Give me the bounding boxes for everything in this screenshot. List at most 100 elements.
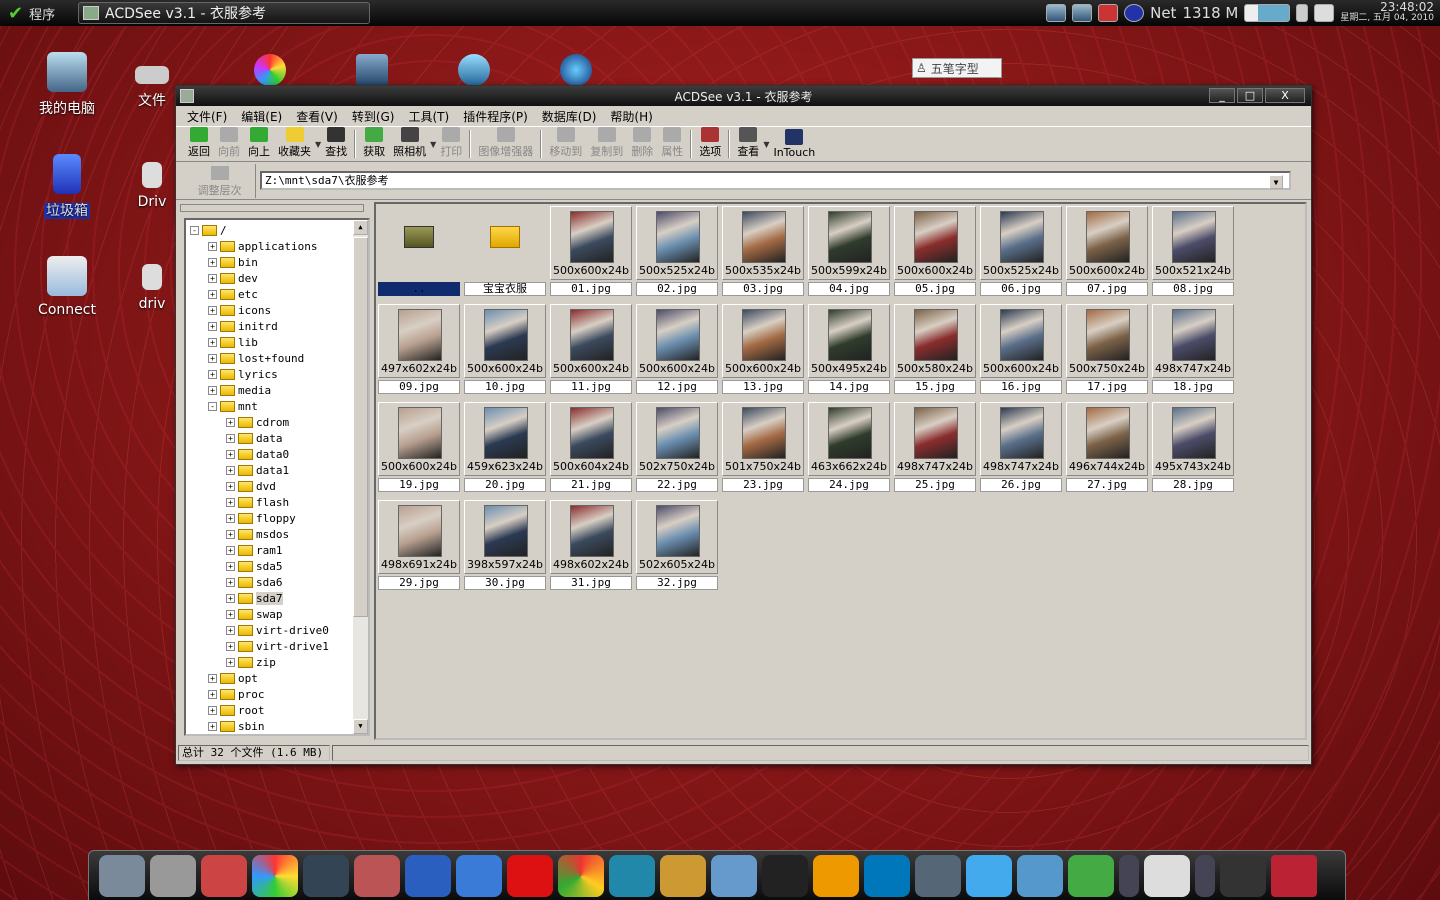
- image-thumbnail[interactable]: 500x750x24b 17.jpg: [1066, 304, 1148, 394]
- tree-node[interactable]: + dvd: [226, 478, 276, 494]
- move-to-button[interactable]: 移动到: [545, 127, 586, 161]
- acquire-button[interactable]: 获取: [359, 127, 389, 161]
- image-thumbnail[interactable]: 500x495x24b 14.jpg: [808, 304, 890, 394]
- chat-icon[interactable]: [966, 854, 1012, 897]
- globe-icon[interactable]: [456, 854, 502, 897]
- monitor-icon[interactable]: [1046, 4, 1067, 22]
- tree-node[interactable]: - mnt: [208, 398, 258, 414]
- expand-toggle-icon[interactable]: +: [226, 433, 235, 443]
- browser-icon[interactable]: [609, 854, 655, 897]
- image-thumbnail[interactable]: 498x691x24b 29.jpg: [378, 500, 460, 590]
- tree-node[interactable]: + cdrom: [226, 414, 289, 430]
- tree-node[interactable]: + lost+found: [208, 350, 304, 366]
- media-play-icon[interactable]: [915, 854, 961, 897]
- rabbit-icon[interactable]: [660, 854, 706, 897]
- image-thumbnail[interactable]: 500x600x24b 19.jpg: [378, 402, 460, 492]
- image-thumbnail[interactable]: 500x600x24b 01.jpg: [550, 206, 632, 296]
- app-icon[interactable]: [1098, 4, 1119, 22]
- tree-node[interactable]: + data1: [226, 462, 289, 478]
- properties-button[interactable]: 属性: [657, 127, 687, 161]
- tree-node[interactable]: + sda6: [226, 574, 283, 590]
- expand-toggle-icon[interactable]: +: [226, 625, 235, 635]
- expand-toggle-icon[interactable]: +: [226, 529, 235, 539]
- power-icon[interactable]: [1220, 854, 1266, 897]
- expand-toggle-icon[interactable]: +: [226, 593, 235, 603]
- desktop-icon-my-computer[interactable]: 我的电脑: [22, 52, 112, 118]
- k-player-icon[interactable]: [560, 54, 592, 86]
- expand-toggle-icon[interactable]: +: [208, 241, 217, 251]
- expand-toggle-icon[interactable]: +: [208, 721, 217, 731]
- copy-to-button[interactable]: 复制到: [586, 127, 627, 161]
- tree-node[interactable]: + applications: [208, 238, 317, 254]
- video-icon[interactable]: [356, 54, 388, 86]
- expand-toggle-icon[interactable]: +: [226, 545, 235, 555]
- image-thumbnail[interactable]: 500x525x24b 02.jpg: [636, 206, 718, 296]
- tree-node[interactable]: + virt-drive0: [226, 622, 329, 638]
- home-folder-icon[interactable]: [1017, 854, 1063, 897]
- image-thumbnail[interactable]: 463x662x24b 24.jpg: [808, 402, 890, 492]
- tree-node[interactable]: + ram1: [226, 542, 283, 558]
- up-button[interactable]: 向上: [244, 127, 274, 161]
- image-thumbnail[interactable]: 500x600x24b 07.jpg: [1066, 206, 1148, 296]
- expand-toggle-icon[interactable]: +: [226, 465, 235, 475]
- expand-toggle-icon[interactable]: +: [208, 689, 217, 699]
- expand-toggle-icon[interactable]: +: [208, 385, 217, 395]
- expand-toggle-icon[interactable]: +: [226, 449, 235, 459]
- tree-scrollbar[interactable]: ▲ ▼: [353, 220, 368, 734]
- image-thumbnail[interactable]: 459x623x24b 20.jpg: [464, 402, 546, 492]
- print-button[interactable]: 打印: [436, 127, 466, 161]
- minimize-button[interactable]: _: [1209, 88, 1235, 103]
- paint-icon[interactable]: [303, 854, 349, 897]
- image-thumbnail[interactable]: 500x600x24b 05.jpg: [894, 206, 976, 296]
- headphones-icon[interactable]: [813, 854, 859, 897]
- tree-node[interactable]: + data: [226, 430, 283, 446]
- tree-node[interactable]: + proc: [208, 686, 265, 702]
- image-thumbnail[interactable]: 495x743x24b 28.jpg: [1152, 402, 1234, 492]
- taskbar-item-acdsee[interactable]: ACDSee v3.1 - 衣服参考: [78, 2, 370, 24]
- thumbnail-pane[interactable]: .. 宝宝衣服 500x600x24b 01.jpg 500x525x24b 02.jpg…: [374, 202, 1307, 740]
- trash-icon[interactable]: [1072, 4, 1093, 22]
- image-thumbnail[interactable]: 500x600x24b 10.jpg: [464, 304, 546, 394]
- expand-toggle-icon[interactable]: -: [208, 401, 217, 411]
- expand-toggle-icon[interactable]: +: [226, 513, 235, 523]
- arrows-icon[interactable]: [1195, 854, 1215, 897]
- adjust-level-button[interactable]: 调整层次: [184, 163, 256, 198]
- image-thumbnail[interactable]: 498x602x24b 31.jpg: [550, 500, 632, 590]
- image-thumbnail[interactable]: 398x597x24b 30.jpg: [464, 500, 546, 590]
- view-button[interactable]: 查看: [733, 127, 763, 161]
- image-thumbnail[interactable]: 500x600x24b 11.jpg: [550, 304, 632, 394]
- desktop-icon-drive2[interactable]: driv: [128, 264, 176, 312]
- tree-node[interactable]: + floppy: [226, 510, 296, 526]
- tree-node[interactable]: + sbin: [208, 718, 265, 734]
- expand-toggle-icon[interactable]: +: [208, 337, 217, 347]
- tree-node[interactable]: + flash: [226, 494, 289, 510]
- image-thumbnail[interactable]: 500x580x24b 15.jpg: [894, 304, 976, 394]
- power-icon[interactable]: [1124, 4, 1145, 22]
- tree-node[interactable]: + icons: [208, 302, 271, 318]
- menu-goto[interactable]: 转到(G): [345, 108, 402, 125]
- menu-edit[interactable]: 编辑(E): [234, 108, 289, 125]
- camera-icon[interactable]: [150, 854, 196, 897]
- tree-node[interactable]: + zip: [226, 654, 276, 670]
- chevron-down-icon[interactable]: ▼: [1269, 175, 1283, 189]
- favorites-button[interactable]: 收藏夹: [274, 127, 315, 161]
- monitor-icon[interactable]: [99, 854, 145, 897]
- menu-file[interactable]: 文件(F): [180, 108, 234, 125]
- scroll-down-icon[interactable]: ▼: [353, 719, 368, 734]
- volume-icon[interactable]: [1296, 4, 1309, 22]
- image-thumbnail[interactable]: 500x525x24b 06.jpg: [980, 206, 1062, 296]
- scroll-up-icon[interactable]: ▲: [353, 220, 368, 235]
- expand-toggle-icon[interactable]: +: [208, 273, 217, 283]
- image-thumbnail[interactable]: 498x747x24b 26.jpg: [980, 402, 1062, 492]
- expand-toggle-icon[interactable]: +: [208, 257, 217, 267]
- image-thumbnail[interactable]: 502x750x24b 22.jpg: [636, 402, 718, 492]
- menu-tools[interactable]: 工具(T): [401, 108, 456, 125]
- menu-view[interactable]: 查看(V): [289, 108, 345, 125]
- forward-button[interactable]: 向前: [214, 127, 244, 161]
- maximize-button[interactable]: □: [1237, 88, 1263, 103]
- menu-help[interactable]: 帮助(H): [603, 108, 659, 125]
- expand-toggle-icon[interactable]: +: [208, 705, 217, 715]
- delete-button[interactable]: 删除: [627, 127, 657, 161]
- color-wheel-icon[interactable]: [252, 854, 298, 897]
- tree-node[interactable]: + virt-drive1: [226, 638, 329, 654]
